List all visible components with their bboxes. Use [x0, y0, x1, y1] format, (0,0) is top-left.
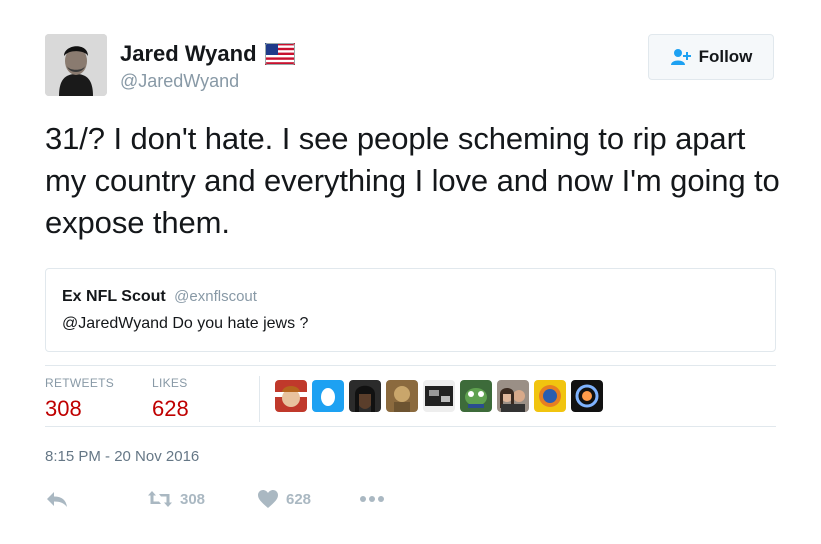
likes-label: LIKES: [152, 376, 188, 390]
retweet-icon: [147, 489, 173, 509]
liker-avatar-9[interactable]: [571, 380, 603, 412]
tweet-timestamp[interactable]: 8:15 PM - 20 Nov 2016: [45, 448, 199, 465]
quoted-author-name: Ex NFL Scout: [62, 288, 166, 305]
author-avatar[interactable]: [45, 34, 107, 96]
author-display-name[interactable]: Jared Wyand: [120, 41, 257, 67]
like-count: 628: [286, 490, 312, 508]
liker-avatar-4[interactable]: [386, 380, 418, 412]
stats-separator: [259, 376, 260, 422]
follow-label: Follow: [698, 47, 753, 66]
quoted-author-handle: @exnflscout: [174, 288, 257, 305]
stats-divider-top: [45, 365, 776, 366]
liker-avatar-1[interactable]: [275, 380, 307, 412]
retweet-count: 308: [180, 490, 206, 508]
likers-list: [275, 380, 608, 412]
like-button[interactable]: 628: [257, 486, 311, 512]
retweets-stat[interactable]: RETWEETS 308: [45, 376, 114, 422]
more-icon: [359, 495, 385, 503]
retweet-button[interactable]: 308: [147, 486, 205, 512]
stats-divider-bottom: [45, 426, 776, 427]
liker-avatar-6[interactable]: [460, 380, 492, 412]
author-name-row: Jared Wyand: [120, 40, 295, 68]
liker-avatar-7[interactable]: [497, 380, 529, 412]
more-button[interactable]: [359, 486, 385, 512]
quoted-tweet-text: @JaredWyand Do you hate jews ?: [62, 315, 309, 332]
liker-avatar-8[interactable]: [534, 380, 566, 412]
add-user-icon: [670, 48, 692, 66]
quoted-tweet-header: Ex NFL Scout @exnflscout: [62, 288, 257, 306]
author-handle[interactable]: @JaredWyand: [120, 71, 239, 92]
liker-avatar-5[interactable]: [423, 380, 455, 412]
quoted-tweet[interactable]: Ex NFL Scout @exnflscout @JaredWyand Do …: [45, 268, 776, 352]
likes-stat[interactable]: LIKES 628: [152, 376, 189, 422]
follow-button[interactable]: Follow: [648, 34, 774, 80]
likes-count: 628: [152, 396, 189, 421]
retweets-count: 308: [45, 396, 82, 421]
liker-avatar-2[interactable]: [312, 380, 344, 412]
retweets-label: RETWEETS: [45, 376, 115, 390]
tweet-text: 31/? I don't hate. I see people scheming…: [45, 121, 780, 240]
reply-button[interactable]: [45, 486, 69, 512]
reply-icon: [45, 489, 69, 509]
us-flag-icon: [264, 43, 295, 65]
heart-icon: [257, 489, 279, 509]
liker-avatar-3[interactable]: [349, 380, 381, 412]
